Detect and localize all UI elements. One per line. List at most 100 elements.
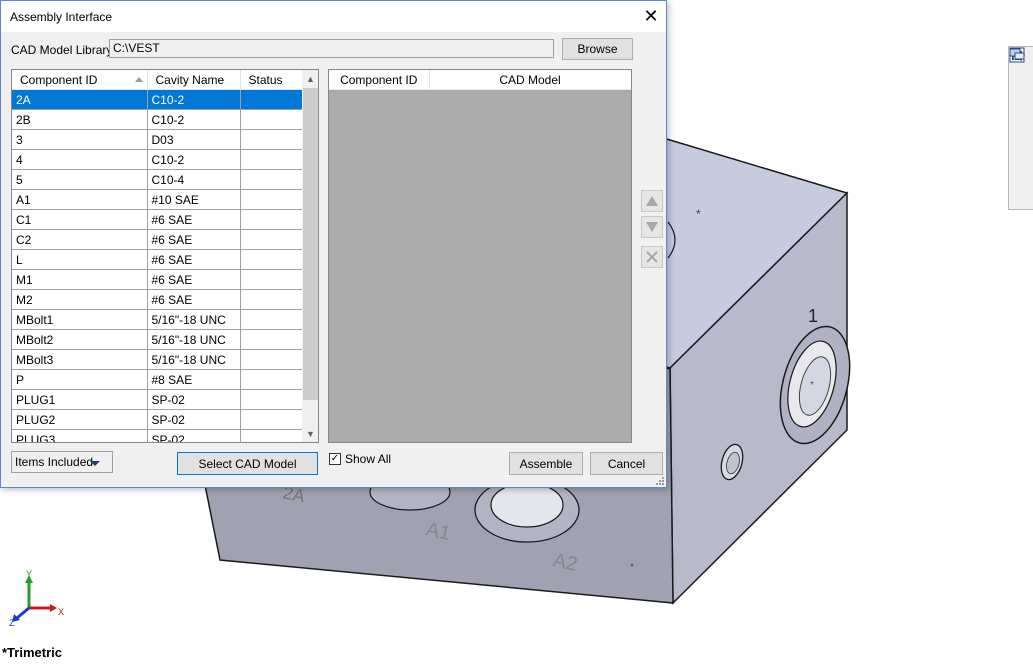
cell-status[interactable] bbox=[240, 189, 303, 210]
cell-component-id[interactable]: C1 bbox=[12, 209, 148, 230]
table-row[interactable]: P #8 SAE bbox=[12, 369, 303, 390]
cell-status[interactable] bbox=[240, 329, 303, 350]
table-row[interactable]: 2A C10-2 bbox=[12, 89, 303, 110]
table-row[interactable]: MBolt3 5/16"-18 UNC bbox=[12, 349, 303, 370]
cell-cavity-name[interactable]: #6 SAE bbox=[147, 249, 241, 270]
cad-model-library-path-field[interactable]: C:\VEST bbox=[109, 39, 554, 58]
cancel-button[interactable]: Cancel bbox=[590, 452, 663, 475]
scrollbar-thumb[interactable] bbox=[303, 88, 318, 400]
cell-cavity-name[interactable]: SP-02 bbox=[147, 429, 241, 442]
cell-status[interactable] bbox=[240, 309, 303, 330]
cell-component-id[interactable]: 4 bbox=[12, 149, 148, 170]
assemble-button[interactable]: Assemble bbox=[509, 452, 583, 475]
cell-status[interactable] bbox=[240, 269, 303, 290]
cell-status[interactable] bbox=[240, 89, 303, 110]
cell-component-id[interactable]: PLUG3 bbox=[12, 429, 148, 442]
table-row[interactable]: A1 #10 SAE bbox=[12, 189, 303, 210]
chat-icon[interactable] bbox=[1009, 48, 1032, 208]
table-row[interactable]: 2B C10-2 bbox=[12, 109, 303, 130]
move-up-button[interactable] bbox=[641, 190, 663, 212]
table-row[interactable]: L #6 SAE bbox=[12, 249, 303, 270]
cell-component-id[interactable]: P bbox=[12, 369, 148, 390]
part-icon[interactable] bbox=[1010, 47, 1032, 93]
table-row[interactable]: 3 D03 bbox=[12, 129, 303, 150]
open-folder-icon[interactable] bbox=[1009, 50, 1032, 116]
cell-status[interactable] bbox=[240, 169, 303, 190]
cell-component-id[interactable]: M2 bbox=[12, 289, 148, 310]
table-row[interactable]: MBolt1 5/16"-18 UNC bbox=[12, 309, 303, 330]
column-header-status[interactable]: Status bbox=[240, 70, 303, 90]
cavity-grid[interactable]: Component ID Cavity Name Status 2A C10-2 2… bbox=[11, 69, 319, 443]
cell-status[interactable] bbox=[240, 129, 303, 150]
properties-icon[interactable] bbox=[1010, 47, 1032, 139]
cell-status[interactable] bbox=[240, 209, 303, 230]
select-cad-model-button[interactable]: Select CAD Model bbox=[177, 452, 318, 475]
cell-cavity-name[interactable]: SP-02 bbox=[147, 389, 241, 410]
cad-model-grid[interactable]: Component ID CAD Model bbox=[328, 69, 632, 443]
column-header-cavity-name[interactable]: Cavity Name bbox=[147, 70, 241, 90]
table-row[interactable]: 5 C10-4 bbox=[12, 169, 303, 190]
column-header-cad-model[interactable]: CAD Model bbox=[429, 70, 631, 90]
cell-cavity-name[interactable]: C10-4 bbox=[147, 169, 241, 190]
cell-component-id[interactable]: 3 bbox=[12, 129, 148, 150]
cell-cavity-name[interactable]: 5/16"-18 UNC bbox=[147, 309, 241, 330]
cell-cavity-name[interactable]: C10-2 bbox=[147, 109, 241, 130]
cell-status[interactable] bbox=[240, 249, 303, 270]
table-row[interactable]: PLUG3 SP-02 bbox=[12, 429, 303, 442]
show-all-checkbox[interactable]: ✓ Show All bbox=[329, 452, 391, 466]
items-filter-dropdown[interactable]: Items Included bbox=[11, 451, 113, 473]
cell-status[interactable] bbox=[240, 409, 303, 430]
cell-status[interactable] bbox=[240, 289, 303, 310]
cell-component-id[interactable]: M1 bbox=[12, 269, 148, 290]
cell-cavity-name[interactable]: SP-02 bbox=[147, 409, 241, 430]
table-row[interactable]: C1 #6 SAE bbox=[12, 209, 303, 230]
cell-cavity-name[interactable]: C10-2 bbox=[147, 89, 241, 110]
table-row[interactable]: C2 #6 SAE bbox=[12, 229, 303, 250]
cell-status[interactable] bbox=[240, 369, 303, 390]
table-row[interactable]: PLUG1 SP-02 bbox=[12, 389, 303, 410]
dialog-titlebar[interactable]: Assembly Interface ✕ bbox=[1, 1, 666, 32]
cell-component-id[interactable]: A1 bbox=[12, 189, 148, 210]
cell-status[interactable] bbox=[240, 389, 303, 410]
cell-component-id[interactable]: 5 bbox=[12, 169, 148, 190]
move-down-button[interactable] bbox=[641, 216, 663, 238]
table-row[interactable]: 4 C10-2 bbox=[12, 149, 303, 170]
cell-component-id[interactable]: PLUG2 bbox=[12, 409, 148, 430]
checkmark-icon[interactable]: ✓ bbox=[329, 453, 341, 465]
column-header-component-id[interactable]: Component ID bbox=[12, 70, 148, 90]
cell-cavity-name[interactable]: #6 SAE bbox=[147, 269, 241, 290]
cell-cavity-name[interactable]: D03 bbox=[147, 129, 241, 150]
cavity-grid-scrollbar[interactable]: ▲ ▼ bbox=[302, 70, 318, 442]
cell-cavity-name[interactable]: #6 SAE bbox=[147, 289, 241, 310]
close-button[interactable]: ✕ bbox=[636, 1, 666, 32]
cell-component-id[interactable]: PLUG1 bbox=[12, 389, 148, 410]
cell-cavity-name[interactable]: #6 SAE bbox=[147, 209, 241, 230]
cell-status[interactable] bbox=[240, 149, 303, 170]
table-row[interactable]: M1 #6 SAE bbox=[12, 269, 303, 290]
scroll-up-arrow-icon[interactable]: ▲ bbox=[302, 70, 318, 87]
cell-cavity-name[interactable]: #8 SAE bbox=[147, 369, 241, 390]
list-icon[interactable] bbox=[1009, 47, 1032, 185]
cell-status[interactable] bbox=[240, 109, 303, 130]
resize-grip-icon[interactable] bbox=[656, 477, 664, 485]
cell-status[interactable] bbox=[240, 429, 303, 442]
cell-cavity-name[interactable]: C10-2 bbox=[147, 149, 241, 170]
cell-component-id[interactable]: MBolt1 bbox=[12, 309, 148, 330]
cell-component-id[interactable]: MBolt3 bbox=[12, 349, 148, 370]
cell-cavity-name[interactable]: #10 SAE bbox=[147, 189, 241, 210]
cell-status[interactable] bbox=[240, 229, 303, 250]
cell-component-id[interactable]: MBolt2 bbox=[12, 329, 148, 350]
table-row[interactable]: PLUG2 SP-02 bbox=[12, 409, 303, 430]
cell-cavity-name[interactable]: #6 SAE bbox=[147, 229, 241, 250]
cell-component-id[interactable]: C2 bbox=[12, 229, 148, 250]
cell-component-id[interactable]: 2B bbox=[12, 109, 148, 130]
appearance-icon[interactable] bbox=[1010, 48, 1032, 162]
table-row[interactable]: M2 #6 SAE bbox=[12, 289, 303, 310]
column-header-component-id-right[interactable]: Component ID bbox=[329, 70, 430, 90]
browse-button[interactable]: Browse bbox=[562, 38, 633, 60]
cell-component-id[interactable]: L bbox=[12, 249, 148, 270]
table-row[interactable]: MBolt2 5/16"-18 UNC bbox=[12, 329, 303, 350]
cell-component-id[interactable]: 2A bbox=[12, 89, 148, 110]
scroll-down-arrow-icon[interactable]: ▼ bbox=[302, 425, 318, 442]
cell-cavity-name[interactable]: 5/16"-18 UNC bbox=[147, 349, 241, 370]
